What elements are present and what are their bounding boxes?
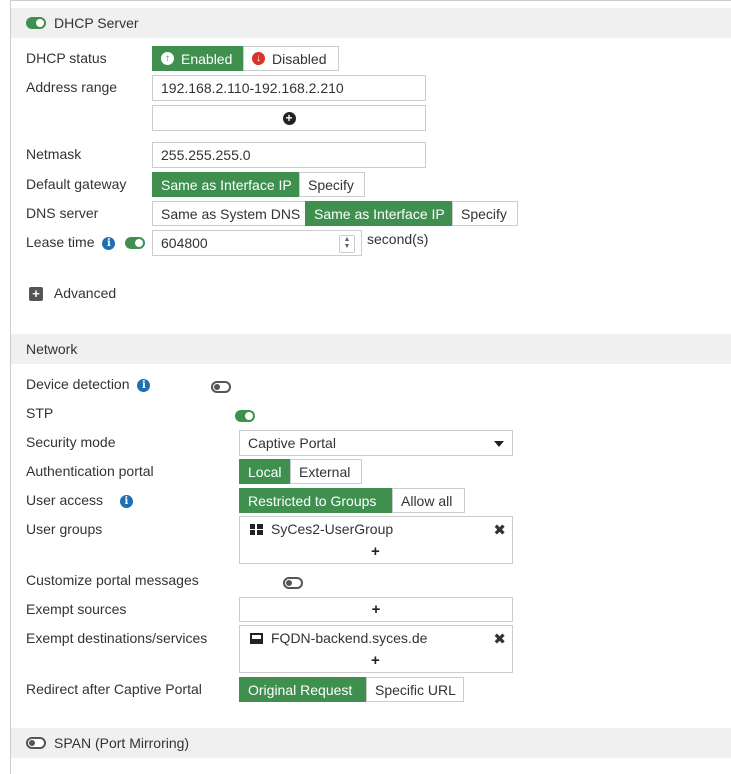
exempt-destinations-label: Exempt destinations/services: [26, 630, 208, 646]
exempt-sources-field[interactable]: +: [239, 597, 513, 622]
remove-user-group-close-icon[interactable]: ✖: [493, 521, 506, 539]
remove-exempt-destination-close-icon[interactable]: ✖: [493, 630, 506, 648]
lease-time-spinner-icon[interactable]: ▲ ▼: [339, 235, 355, 253]
dns-server-label: DNS server: [26, 205, 99, 221]
netmask-input[interactable]: 255.255.255.0: [152, 142, 426, 168]
netmask-label: Netmask: [26, 146, 82, 162]
user-access-info-icon[interactable]: i: [119, 494, 133, 508]
dns-same-as-system-button[interactable]: Same as System DNS: [152, 201, 306, 226]
user-access-label: User access: [26, 492, 104, 508]
user-access-restricted-button[interactable]: Restricted to Groups: [239, 488, 393, 513]
user-group-icon: [250, 523, 263, 535]
span-header: SPAN (Port Mirroring): [11, 728, 731, 758]
stp-toggle[interactable]: [234, 410, 255, 423]
dhcp-status-disabled-button[interactable]: ↓ Disabled: [243, 46, 339, 71]
network-header: Network: [11, 334, 731, 364]
top-border: [10, 0, 731, 1]
dhcp-server-title: DHCP Server: [54, 15, 139, 31]
arrow-down-circle-icon: ↓: [252, 52, 265, 65]
auth-portal-label: Authentication portal: [26, 463, 154, 479]
advanced-expander[interactable]: + Advanced: [29, 285, 117, 302]
dhcp-status-toggle-group: ↑ Enabled ↓ Disabled: [152, 46, 339, 71]
default-gateway-label: Default gateway: [26, 176, 127, 192]
dns-specify-button[interactable]: Specify: [452, 201, 518, 226]
dhcp-server-toggle[interactable]: [26, 17, 46, 29]
dhcp-status-label: DHCP status: [26, 50, 107, 66]
user-groups-entry: SyCes2-UserGroup: [250, 521, 393, 537]
device-detection-info-icon[interactable]: i: [137, 378, 151, 392]
lease-time-row-label: Lease time i: [26, 234, 146, 250]
security-mode-label: Security mode: [26, 434, 116, 450]
left-border: [10, 0, 11, 774]
dhcp-status-enabled-button[interactable]: ↑ Enabled: [152, 46, 244, 71]
dhcp-status-enabled-label: Enabled: [181, 50, 233, 67]
customize-portal-messages-label: Customize portal messages: [26, 572, 199, 588]
caret-down-icon: [494, 441, 504, 447]
arrow-up-circle-icon: ↑: [161, 52, 174, 65]
redirect-specific-url-button[interactable]: Specific URL: [366, 677, 464, 702]
redirect-original-request-button[interactable]: Original Request: [239, 677, 367, 702]
auth-portal-external-button[interactable]: External: [290, 459, 362, 484]
network-title: Network: [26, 341, 78, 357]
auth-portal-local-button[interactable]: Local: [239, 459, 291, 484]
stp-label: STP: [26, 405, 54, 421]
advanced-label: Advanced: [53, 285, 117, 301]
add-exempt-source-plus-icon[interactable]: +: [372, 601, 381, 618]
gateway-specify-button[interactable]: Specify: [299, 172, 365, 197]
exempt-destinations-entry: FQDN-backend.syces.de: [250, 630, 427, 646]
lease-time-label: Lease time: [26, 234, 95, 250]
plus-circle-icon: +: [282, 111, 296, 125]
gateway-same-as-interface-button[interactable]: Same as Interface IP: [152, 172, 300, 197]
user-access-allow-all-button[interactable]: Allow all: [392, 488, 465, 513]
address-range-label: Address range: [26, 79, 118, 95]
dhcp-server-header: DHCP Server: [11, 8, 731, 38]
lease-time-input[interactable]: 604800 ▲ ▼: [152, 230, 362, 256]
user-access-toggle-group: Restricted to Groups Allow all: [239, 488, 465, 513]
device-detection-toggle[interactable]: [211, 381, 231, 394]
address-range-add-button[interactable]: +: [152, 105, 426, 131]
redirect-toggle-group: Original Request Specific URL: [239, 677, 464, 702]
dns-server-toggle-group: Same as System DNS Same as Interface IP …: [152, 201, 518, 226]
user-groups-field[interactable]: SyCes2-UserGroup ✖ +: [239, 516, 513, 564]
add-exempt-destination-plus-icon[interactable]: +: [371, 652, 380, 669]
plus-square-icon: +: [29, 287, 43, 302]
auth-portal-toggle-group: Local External: [239, 459, 362, 484]
redirect-label: Redirect after Captive Portal: [26, 681, 202, 697]
fqdn-address-icon: [250, 632, 263, 644]
lease-time-unit: second(s): [367, 231, 429, 247]
dns-same-as-interface-button[interactable]: Same as Interface IP: [305, 201, 453, 226]
lease-time-toggle[interactable]: [125, 237, 146, 250]
exempt-sources-label: Exempt sources: [26, 601, 127, 617]
span-toggle[interactable]: [26, 737, 46, 749]
exempt-destinations-entry-label: FQDN-backend.syces.de: [271, 630, 428, 646]
security-mode-value: Captive Portal: [248, 435, 336, 451]
address-range-input[interactable]: 192.168.2.110-192.168.2.210: [152, 75, 426, 101]
device-detection-row: Device detection i: [26, 376, 151, 392]
customize-portal-messages-toggle[interactable]: [282, 577, 303, 590]
device-detection-label: Device detection: [26, 376, 130, 392]
lease-time-value: 604800: [161, 235, 208, 251]
span-title: SPAN (Port Mirroring): [54, 735, 190, 751]
security-mode-select[interactable]: Captive Portal: [239, 430, 513, 456]
add-user-group-plus-icon[interactable]: +: [371, 543, 380, 560]
user-groups-entry-label: SyCes2-UserGroup: [271, 521, 394, 537]
user-groups-label: User groups: [26, 521, 103, 537]
dhcp-status-disabled-label: Disabled: [272, 50, 327, 67]
exempt-destinations-field[interactable]: FQDN-backend.syces.de ✖ +: [239, 625, 513, 673]
lease-time-info-icon[interactable]: i: [102, 236, 116, 250]
user-access-row: User access i: [26, 492, 133, 508]
default-gateway-toggle-group: Same as Interface IP Specify: [152, 172, 365, 197]
